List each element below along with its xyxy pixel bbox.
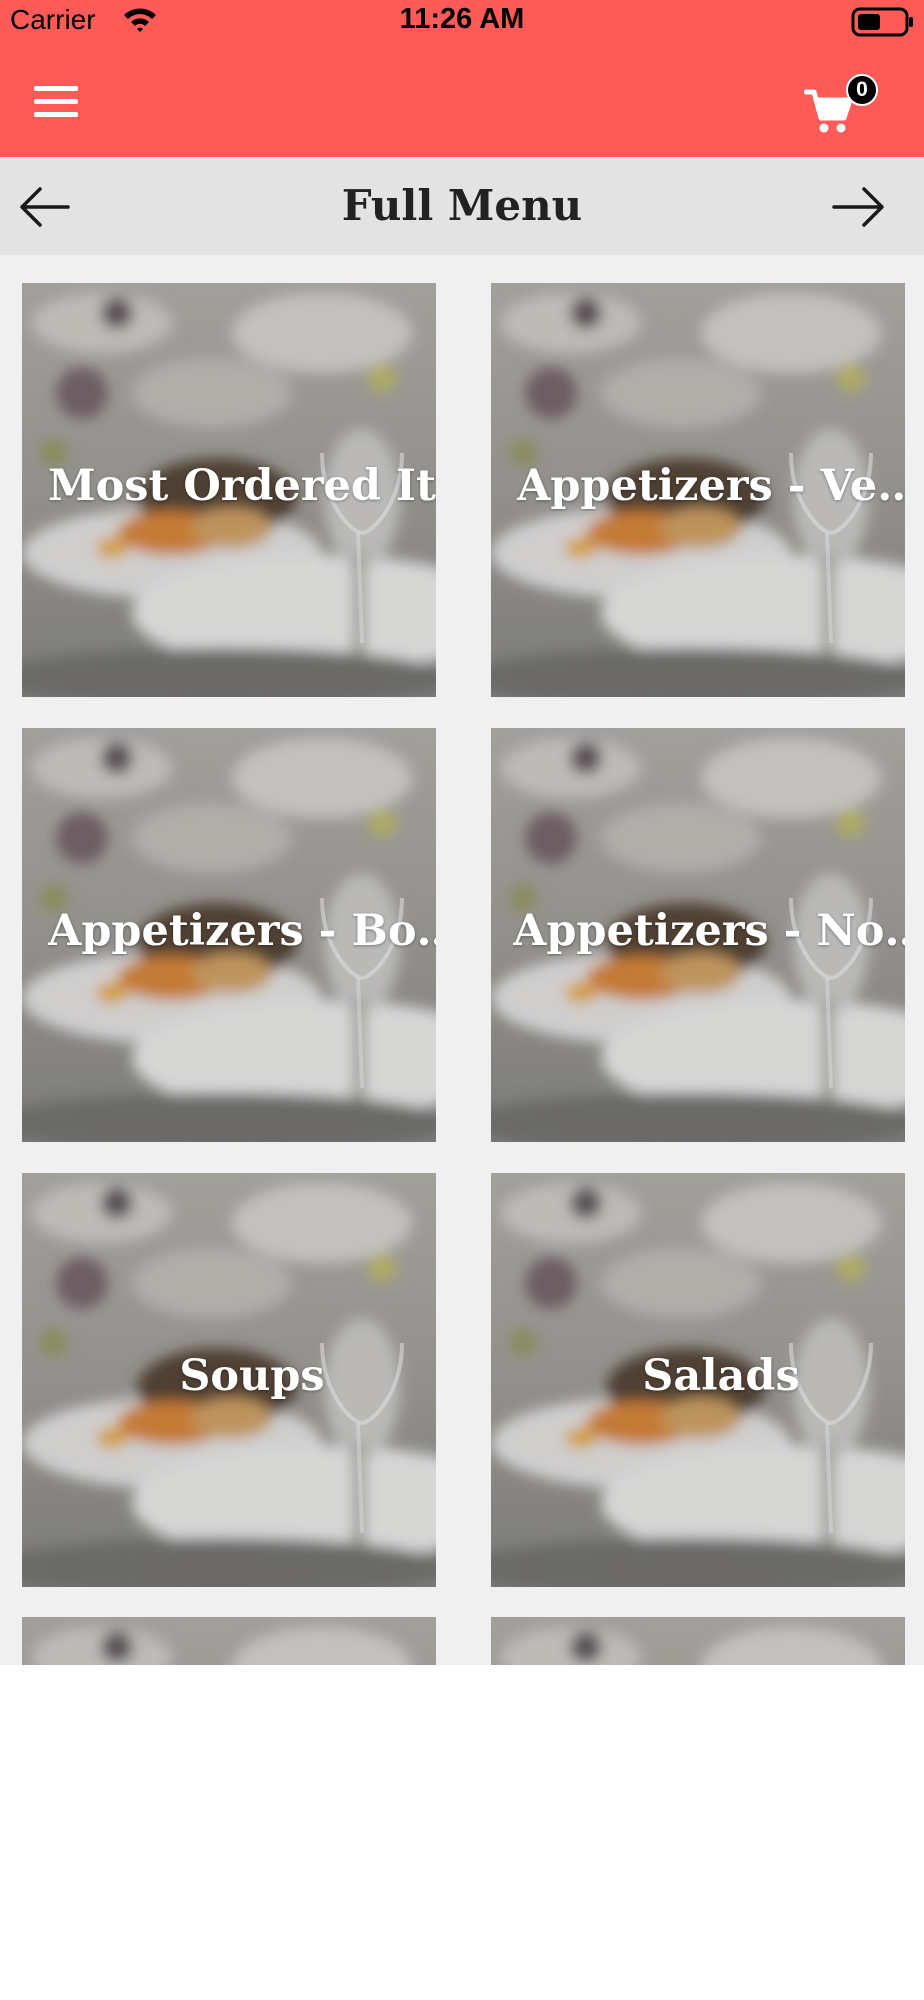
hamburger-menu-icon	[34, 86, 78, 91]
title-bar: Full Menu	[0, 157, 924, 255]
category-label: Appetizers - Non-Vegetarian	[513, 906, 905, 956]
battery-icon	[851, 6, 915, 43]
category-tile[interactable]: Soups	[22, 1173, 436, 1587]
app-header: Carrier 11:26 AM 0	[0, 0, 924, 157]
menu-button[interactable]	[30, 82, 82, 122]
category-tile[interactable]	[22, 1617, 436, 1665]
category-tile[interactable]: Appetizers - Bombay Street Food	[22, 728, 436, 1142]
shopping-cart-icon	[803, 88, 853, 141]
category-label: Most Ordered Items	[48, 461, 436, 511]
category-label: Salads	[642, 1351, 800, 1401]
category-tile[interactable]: Most Ordered Items	[22, 283, 436, 697]
next-button[interactable]	[830, 179, 890, 235]
category-tile[interactable]: Appetizers - Non-Vegetarian	[491, 728, 905, 1142]
category-label: Appetizers - Vegetarian	[517, 461, 905, 511]
category-tile[interactable]: Salads	[491, 1173, 905, 1587]
cart-count-badge: 0	[846, 74, 878, 106]
category-tile[interactable]	[491, 1617, 905, 1665]
category-tile[interactable]: Appetizers - Vegetarian	[491, 283, 905, 697]
status-bar: Carrier 11:26 AM	[0, 0, 924, 44]
category-label: Appetizers - Bombay Street Food	[48, 906, 436, 956]
category-grid: Most Ordered Items Appetizers - Vegetari…	[0, 255, 924, 1665]
category-label: Soups	[179, 1351, 325, 1401]
page-title: Full Menu	[341, 181, 583, 230]
arrow-right-icon	[832, 187, 884, 227]
status-time: 11:26 AM	[399, 3, 525, 35]
cart-button[interactable]: 0	[800, 74, 880, 144]
